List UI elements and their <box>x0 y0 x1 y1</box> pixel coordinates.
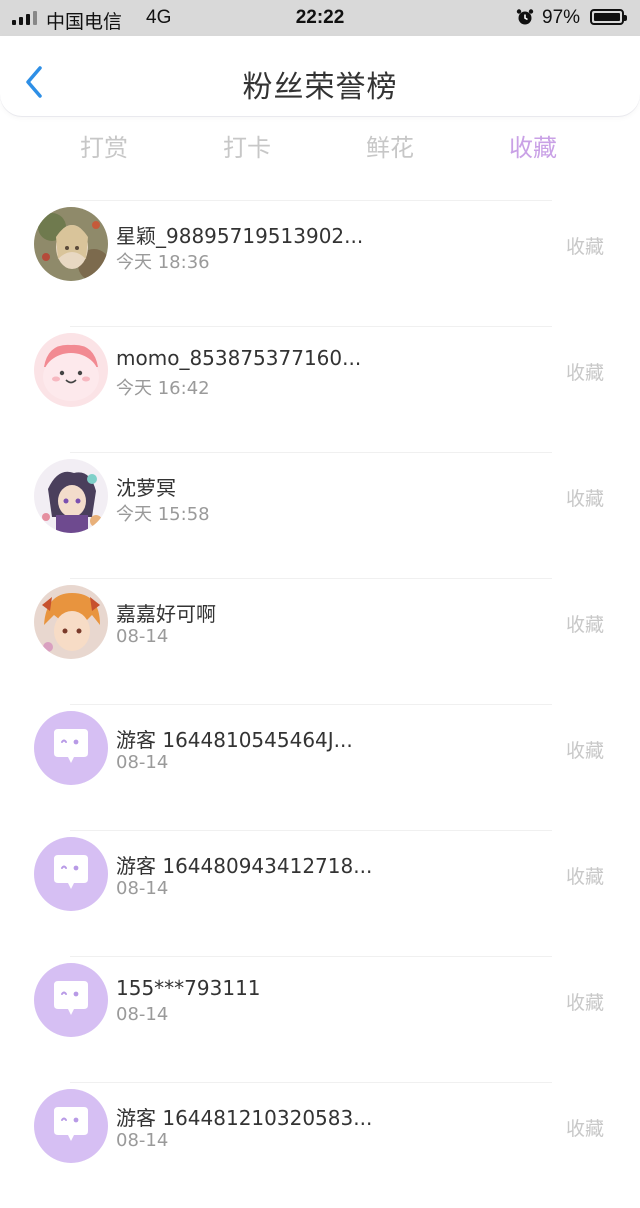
battery-percent: 97% <box>542 7 581 28</box>
default-chat-avatar-icon <box>34 711 108 785</box>
page-title: 粉丝荣誉榜 <box>242 70 398 105</box>
default-chat-avatar-icon <box>34 1089 108 1163</box>
nav-bar: 粉丝荣誉榜 <box>0 36 640 116</box>
default-chat-avatar-icon <box>34 837 108 911</box>
divider <box>70 704 552 705</box>
fan-date: 08-14 <box>116 752 169 773</box>
list-item[interactable]: 沈萝冥 今天 15:58 收藏 <box>0 452 640 578</box>
tab-tip[interactable]: 打赏 <box>49 128 159 163</box>
avatar <box>34 585 108 659</box>
fan-date: 今天 15:58 <box>116 504 210 525</box>
default-chat-avatar-icon <box>34 963 108 1037</box>
fan-name: 游客 164480943412718... <box>116 854 373 878</box>
avatar <box>34 207 108 281</box>
list-item[interactable]: 星颖_98895719513902... 今天 18:36 收藏 <box>0 200 640 326</box>
list-item[interactable]: 游客 164481210320583... 08-14 收藏 <box>0 1082 640 1208</box>
favorite-label: 收藏 <box>565 362 604 384</box>
fan-name: 星颖_98895719513902... <box>116 224 364 248</box>
battery-icon <box>590 9 627 25</box>
divider <box>70 578 552 579</box>
fan-date: 08-14 <box>116 626 169 647</box>
divider <box>70 326 552 327</box>
list-item[interactable]: 155***793111 08-14 收藏 <box>0 956 640 1082</box>
favorite-label: 收藏 <box>565 992 604 1014</box>
favorite-label: 收藏 <box>565 740 604 762</box>
tab-favorites[interactable]: 收藏 <box>478 128 588 163</box>
fan-name: 游客 164481210320583... <box>116 1106 373 1130</box>
divider <box>70 956 552 957</box>
list-item[interactable]: 嘉嘉好可啊 08-14 收藏 <box>0 578 640 704</box>
fan-date: 08-14 <box>116 878 169 899</box>
divider <box>70 1082 552 1083</box>
fan-name: momo_853875377160... <box>116 346 362 370</box>
fan-date: 08-14 <box>116 1004 169 1025</box>
favorite-label: 收藏 <box>565 488 604 510</box>
fan-name: 155***793111 <box>116 976 261 1000</box>
fan-date: 今天 18:36 <box>116 252 210 273</box>
favorite-label: 收藏 <box>565 614 604 636</box>
tab-checkin[interactable]: 打卡 <box>192 128 302 163</box>
fan-date: 今天 16:42 <box>116 378 210 399</box>
tab-flowers[interactable]: 鲜花 <box>335 128 445 163</box>
avatar <box>34 459 108 533</box>
favorite-label: 收藏 <box>565 866 604 888</box>
tab-bar: 打赏 打卡 鲜花 收藏 <box>0 128 640 174</box>
fan-name: 游客 1644810545464J... <box>116 728 353 752</box>
fan-date: 08-14 <box>116 1130 169 1151</box>
divider <box>70 200 552 201</box>
favorite-label: 收藏 <box>565 236 604 258</box>
fan-name: 嘉嘉好可啊 <box>116 602 216 626</box>
list-item[interactable]: momo_853875377160... 今天 16:42 收藏 <box>0 326 640 452</box>
status-bar: 中国电信 4G 22:22 97% <box>0 0 640 36</box>
list-item[interactable]: 游客 164480943412718... 08-14 收藏 <box>0 830 640 956</box>
favorite-label: 收藏 <box>565 1118 604 1140</box>
divider <box>70 830 552 831</box>
alarm-icon <box>516 9 534 25</box>
divider <box>70 452 552 453</box>
fan-name: 沈萝冥 <box>116 476 176 500</box>
list-item[interactable]: 游客 1644810545464J... 08-14 收藏 <box>0 704 640 830</box>
avatar <box>34 333 108 407</box>
